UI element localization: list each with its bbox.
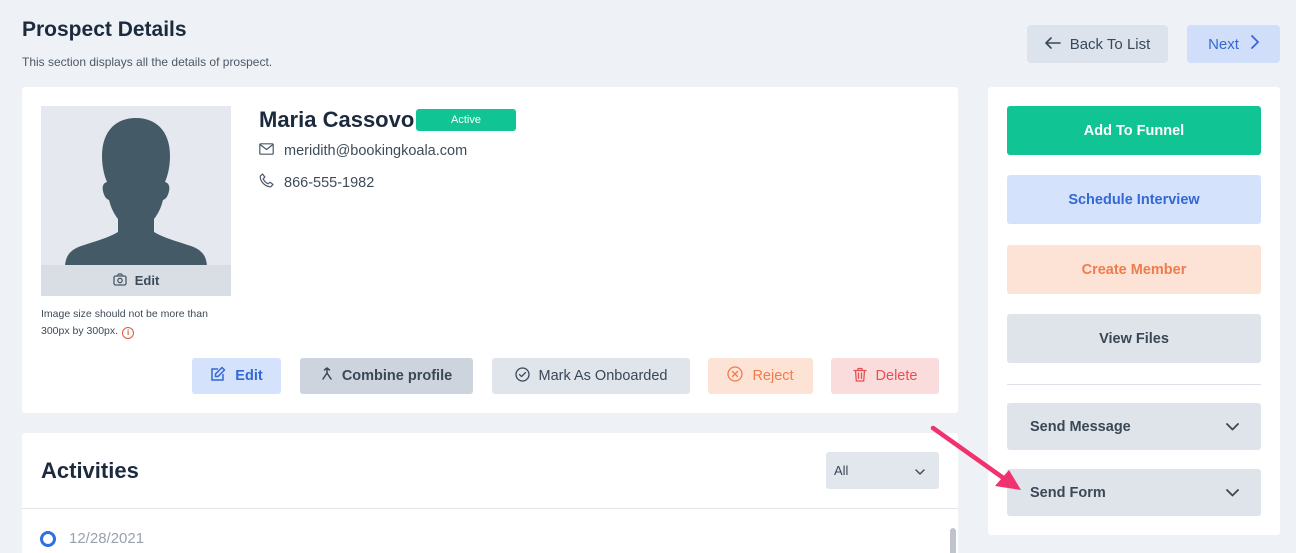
info-icon: i (122, 327, 135, 339)
send-form-label: Send Form (1030, 484, 1106, 501)
send-message-dropdown[interactable]: Send Message (1007, 403, 1261, 450)
page-subtitle: This section displays all the details of… (22, 55, 273, 69)
create-member-button[interactable]: Create Member (1007, 245, 1261, 294)
avatar-edit-button[interactable]: Edit (41, 265, 231, 296)
activities-card (22, 433, 958, 553)
merge-icon (321, 367, 333, 385)
email-value: meridith@bookingkoala.com (284, 143, 468, 159)
edit-icon (210, 366, 226, 386)
combine-profile-button[interactable]: Combine profile (300, 358, 473, 394)
check-circle-icon (514, 366, 530, 386)
mark-onboarded-button[interactable]: Mark As Onboarded (492, 358, 690, 394)
reject-label: Reject (752, 368, 794, 384)
view-files-button[interactable]: View Files (1007, 314, 1261, 363)
delete-button[interactable]: Delete (831, 358, 939, 394)
reject-button[interactable]: Reject (708, 358, 813, 394)
send-form-dropdown[interactable]: Send Form (1007, 469, 1261, 516)
panel-divider (1007, 384, 1261, 385)
arrow-left-icon (1044, 36, 1061, 53)
filter-value: All (834, 463, 849, 478)
x-circle-icon (727, 366, 744, 386)
envelope-icon (259, 143, 274, 159)
delete-label: Delete (875, 368, 918, 384)
activity-date: 12/28/2021 (69, 530, 145, 547)
back-to-list-label: Back To List (1069, 35, 1151, 53)
phone-value: 866-555-1982 (284, 174, 375, 191)
chevron-down-icon (915, 463, 925, 478)
schedule-interview-button[interactable]: Schedule Interview (1007, 175, 1261, 224)
trash-icon (852, 367, 867, 386)
activities-filter-select[interactable]: All (826, 452, 939, 489)
status-badge: Active (416, 109, 516, 131)
chevron-down-icon (1226, 419, 1239, 435)
send-message-label: Send Message (1030, 418, 1131, 435)
phone-icon (259, 173, 274, 192)
combine-label: Combine profile (341, 368, 453, 384)
edit-button[interactable]: Edit (192, 358, 281, 394)
chevron-down-icon (1226, 485, 1239, 501)
prospect-name: Maria Cassovo (259, 107, 415, 132)
activities-divider (22, 508, 958, 509)
back-to-list-button[interactable]: Back To List (1027, 25, 1168, 63)
phone-row: 866-555-1982 (259, 173, 374, 192)
email-row: meridith@bookingkoala.com (259, 143, 467, 159)
next-label: Next (1208, 35, 1239, 53)
timeline-dot (40, 531, 56, 547)
activities-title: Activities (41, 458, 139, 483)
activities-scrollbar[interactable] (950, 528, 956, 553)
onboard-label: Mark As Onboarded (538, 368, 668, 384)
camera-icon (113, 272, 127, 289)
add-to-funnel-button[interactable]: Add To Funnel (1007, 106, 1261, 155)
page-title: Prospect Details (22, 18, 187, 41)
chevron-right-icon (1251, 35, 1259, 53)
avatar-edit-label: Edit (134, 273, 160, 288)
edit-label: Edit (235, 368, 263, 384)
image-size-note: Image size should not be more than 300px… (41, 306, 231, 340)
next-button[interactable]: Next (1187, 25, 1280, 63)
